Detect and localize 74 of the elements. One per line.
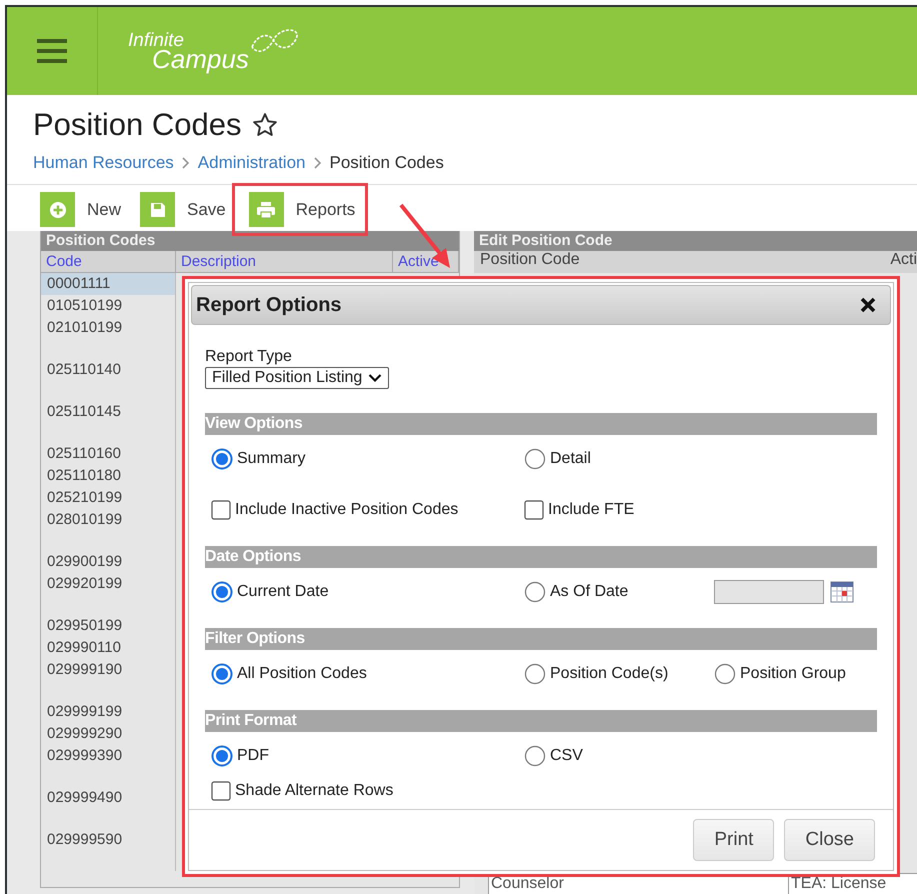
section-header: Print Format xyxy=(205,710,877,732)
print-button[interactable]: Print xyxy=(693,819,774,861)
breadcrumb-link[interactable]: Human Resources xyxy=(33,153,174,173)
radio-option[interactable]: Position Group xyxy=(714,662,877,684)
radio-button[interactable] xyxy=(211,744,233,766)
code-cell[interactable]: 025110140 xyxy=(41,359,176,401)
radio-option[interactable]: Current Date xyxy=(211,580,524,602)
chevron-icon xyxy=(314,157,322,169)
calendar-icon[interactable] xyxy=(830,580,854,602)
field-label: Report Type xyxy=(205,348,293,366)
chevron-icon xyxy=(182,157,190,169)
plus-icon xyxy=(48,200,68,220)
breadcrumb-link[interactable]: Administration xyxy=(198,153,306,173)
close-button[interactable] xyxy=(858,295,878,315)
panel-header: Position Codes xyxy=(41,231,459,251)
checkbox[interactable] xyxy=(211,780,231,800)
chevron-down-icon xyxy=(368,373,382,383)
radio-button[interactable] xyxy=(211,448,233,470)
reports-button[interactable]: Reports xyxy=(234,186,366,233)
star-icon[interactable] xyxy=(252,112,278,138)
code-cell[interactable]: 029920199 xyxy=(41,573,176,615)
section-header: Date Options xyxy=(205,546,877,568)
code-cell[interactable]: 025110160 xyxy=(41,443,176,465)
checkbox-option[interactable]: Shade Alternate Rows xyxy=(211,780,524,800)
section-header: Filter Options xyxy=(205,628,877,650)
radio-option[interactable]: All Position Codes xyxy=(211,662,524,684)
page-title: Position Codes xyxy=(33,107,242,143)
section-header: View Options xyxy=(205,413,877,435)
radio-button[interactable] xyxy=(524,744,546,766)
radio-button[interactable] xyxy=(211,580,233,602)
code-cell[interactable]: 029999390 xyxy=(41,745,176,787)
close-button[interactable]: Close xyxy=(784,819,875,861)
radio-option[interactable]: Detail xyxy=(524,448,714,470)
column-header[interactable]: Description xyxy=(176,251,393,273)
panel-header: Edit Position Code xyxy=(474,231,917,251)
checkbox-option[interactable]: Include FTE xyxy=(524,500,714,520)
code-cell[interactable]: 029999490 xyxy=(41,787,176,829)
code-cell[interactable]: 029999290 xyxy=(41,723,176,745)
radio-button[interactable] xyxy=(524,662,546,684)
checkbox-option[interactable]: Include Inactive Position Codes xyxy=(211,500,524,520)
radio-option[interactable]: Summary xyxy=(211,448,524,470)
code-cell[interactable]: 029999199 xyxy=(41,701,176,723)
logo-text: Infinite Campus xyxy=(128,30,249,72)
radio-button[interactable] xyxy=(524,580,546,602)
code-cell[interactable]: 029999190 xyxy=(41,659,176,701)
code-cell[interactable]: 00001111 xyxy=(41,273,176,295)
radio-option[interactable]: As Of Date xyxy=(524,580,714,602)
field-label: Acti xyxy=(890,251,917,270)
report-type-dropdown[interactable]: Filled Position Listing xyxy=(205,367,390,389)
code-cell[interactable]: 021010199 xyxy=(41,317,176,359)
radio-button[interactable] xyxy=(714,662,736,684)
breadcrumb-current: Position Codes xyxy=(330,153,444,173)
checkbox[interactable] xyxy=(211,500,231,520)
menu-icon[interactable] xyxy=(37,39,67,63)
radio-option[interactable]: Position Code(s) xyxy=(524,662,714,684)
code-cell[interactable]: 029900199 xyxy=(41,551,176,573)
code-cell[interactable]: 029990110 xyxy=(41,637,176,659)
radio-option[interactable]: PDF xyxy=(211,744,524,766)
checkbox[interactable] xyxy=(524,500,544,520)
radio-button[interactable] xyxy=(524,448,546,470)
code-cell[interactable]: 029999590 xyxy=(41,829,176,871)
code-cell[interactable]: 029950199 xyxy=(41,615,176,637)
close-icon xyxy=(860,297,876,313)
field-label: Position Code xyxy=(480,251,580,270)
code-cell[interactable]: 028010199 xyxy=(41,509,176,551)
radio-option[interactable]: CSV xyxy=(524,744,714,766)
radio-button[interactable] xyxy=(211,662,233,684)
printer-icon xyxy=(256,200,276,220)
code-cell[interactable]: 010510199 xyxy=(41,295,176,317)
code-cell[interactable]: 025110145 xyxy=(41,401,176,443)
code-cell[interactable]: 025210199 xyxy=(41,487,176,509)
pointer-arrow xyxy=(399,204,450,268)
code-cell[interactable]: 025110180 xyxy=(41,465,176,487)
dialog-title: Report Options xyxy=(196,294,342,316)
